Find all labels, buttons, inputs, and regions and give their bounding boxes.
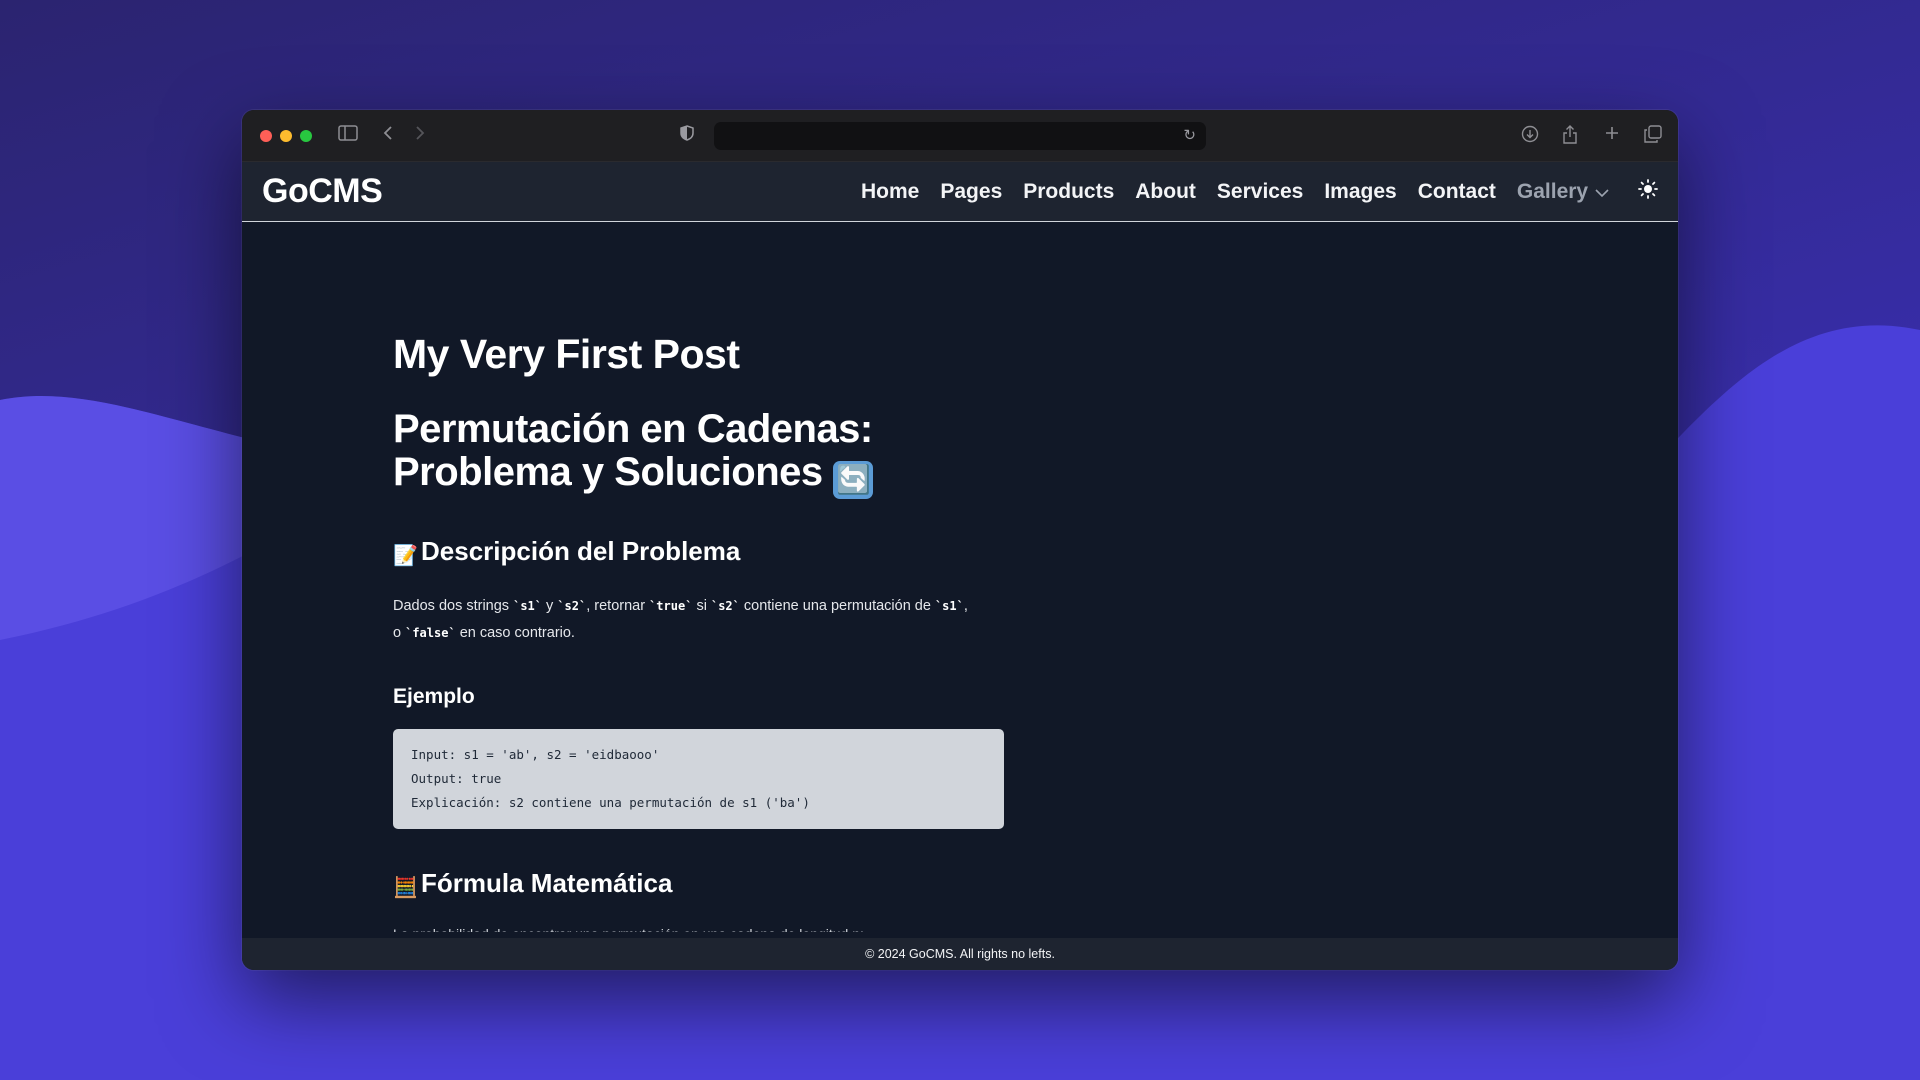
text-fragment: si xyxy=(692,598,711,614)
example-code-block: Input: s1 = 'ab', s2 = 'eidbaooo' Output… xyxy=(393,729,1004,829)
text-fragment: y xyxy=(542,598,558,614)
post-heading: Permutación en Cadenas: Problema y Soluc… xyxy=(393,408,1013,499)
section-title-text: Fórmula Matemática xyxy=(421,868,673,898)
site-logo[interactable]: GoCMS xyxy=(262,172,383,211)
text-fragment: , retornar xyxy=(586,598,650,614)
download-icon[interactable] xyxy=(1521,125,1539,147)
code-line: Explicación: s2 contiene una permutación… xyxy=(411,795,810,810)
site-navbar: GoCMS Home Pages Products About Services… xyxy=(242,162,1678,222)
section-title-description: 📝 Descripción del Problema xyxy=(393,535,1013,567)
nav-link-home[interactable]: Home xyxy=(861,180,919,204)
code-s2: `s2` xyxy=(557,599,587,613)
sidebar-icon[interactable] xyxy=(338,125,358,145)
text-fragment: Dados dos strings xyxy=(393,598,514,614)
arrows-cycle-emoji: 🔄 xyxy=(833,461,874,499)
post-content: My Very First Post Permutación en Cadena… xyxy=(393,330,1013,899)
nav-link-images[interactable]: Images xyxy=(1324,180,1396,204)
reload-icon[interactable]: ↻ xyxy=(1183,126,1196,144)
example-title: Ejemplo xyxy=(393,685,475,708)
section-title-formula: 🧮 Fórmula Matemática xyxy=(393,867,1013,899)
chevron-right-icon[interactable] xyxy=(414,125,426,145)
section-title-text: Descripción del Problema xyxy=(421,536,741,566)
minimize-window-button[interactable] xyxy=(280,129,292,142)
nav-links: Home Pages Products About Services Image… xyxy=(861,178,1658,205)
code-s2: `s2` xyxy=(710,599,740,613)
code-s1: `s1` xyxy=(934,599,964,613)
nav-link-services[interactable]: Services xyxy=(1217,180,1303,204)
plus-icon[interactable] xyxy=(1604,125,1620,145)
address-bar[interactable]: ↻ xyxy=(714,122,1206,150)
zoom-window-button[interactable] xyxy=(300,129,312,142)
window-controls xyxy=(260,129,312,142)
nav-link-pages[interactable]: Pages xyxy=(940,180,1002,204)
close-window-button[interactable] xyxy=(260,129,272,142)
post-title: My Very First Post xyxy=(393,331,740,377)
shield-icon[interactable] xyxy=(680,125,694,145)
abacus-emoji: 🧮 xyxy=(393,877,418,899)
footer-text: © 2024 GoCMS. All rights no lefts. xyxy=(865,947,1055,961)
code-true: `true` xyxy=(649,599,693,613)
text-fragment: o xyxy=(393,625,406,641)
code-line: Input: s1 = 'ab', s2 = 'eidbaooo' xyxy=(411,747,660,762)
post-heading-text: Permutación en Cadenas: Problema y Soluc… xyxy=(393,407,873,494)
nav-link-contact[interactable]: Contact xyxy=(1418,180,1496,204)
memo-emoji: 📝 xyxy=(393,545,418,567)
chevron-down-icon xyxy=(1591,185,1609,201)
browser-window: ↻ GoCMS Home Pages Products About Servic… xyxy=(242,110,1678,970)
code-line: Output: true xyxy=(411,771,502,786)
browser-titlebar: ↻ xyxy=(242,110,1678,162)
code-s1: `s1` xyxy=(513,599,542,613)
text-fragment: en caso contrario. xyxy=(455,625,575,641)
text-fragment: , xyxy=(963,598,968,614)
gallery-dropdown[interactable]: Gallery xyxy=(1517,180,1609,204)
tabs-icon[interactable] xyxy=(1644,125,1662,147)
nav-link-products[interactable]: Products xyxy=(1023,180,1114,204)
site-footer: © 2024 GoCMS. All rights no lefts. xyxy=(242,938,1678,970)
description-paragraph: Dados dos strings `s1` y `s2`, retornar … xyxy=(393,593,1003,647)
gallery-label: Gallery xyxy=(1516,179,1589,203)
share-icon[interactable] xyxy=(1562,125,1578,149)
chevron-left-icon[interactable] xyxy=(382,125,394,145)
text-fragment: contiene una permutación de xyxy=(739,598,935,614)
formula-intro-text: La probabilidad de encontrar una permuta… xyxy=(393,920,864,932)
sun-icon[interactable] xyxy=(1638,178,1658,205)
code-false: `false` xyxy=(405,626,456,640)
nav-link-about[interactable]: About xyxy=(1135,180,1196,204)
